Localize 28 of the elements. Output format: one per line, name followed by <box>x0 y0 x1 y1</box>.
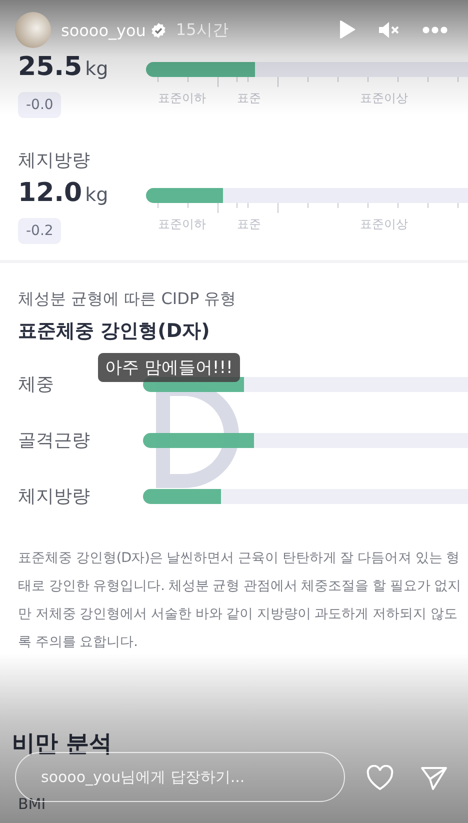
post-time: 15시간 <box>176 20 228 40</box>
heart-icon[interactable] <box>366 765 394 791</box>
metric-unit: kg <box>85 58 108 80</box>
metric-label: 체지방량 <box>18 149 91 172</box>
username[interactable]: soooo_you <box>61 20 146 40</box>
change-badge: -0.0 <box>18 92 62 118</box>
change-badge: -0.2 <box>18 218 62 244</box>
scale-label: 표준이상 <box>360 216 408 233</box>
scale-label: 표준 <box>237 90 261 107</box>
muted-speaker-icon[interactable] <box>378 20 400 40</box>
scale-label: 표준이하 <box>158 216 206 233</box>
row-label: 체지방량 <box>18 485 91 508</box>
metric-value: 25.5 <box>18 52 82 82</box>
section-caption: 체성분 균형에 따른 CIDP 유형 <box>18 289 238 310</box>
row-label: 골격근량 <box>18 429 91 452</box>
metric-unit: kg <box>85 184 108 206</box>
metric-value: 12.0 <box>18 178 82 208</box>
row-label: 체중 <box>18 373 55 396</box>
play-icon[interactable] <box>338 20 356 40</box>
type-title: 표준체중 강인형(D자) <box>18 319 211 344</box>
more-icon[interactable] <box>422 26 448 34</box>
scale-label: 표준이상 <box>360 90 408 107</box>
scale-label: 표준이하 <box>158 90 206 107</box>
description: 표준체중 강인형(D자)은 날씬하면서 근육이 탄탄하게 잘 다듬어져 있는 형태로 강인한 유형입니다. 체성분 균형 관점에서 체중조절을 할 필요가 없지만 저체중 강인형에서 서술한 바와 같이 지방량이 과도하게 저하되지 않도록 주의를 요합니다. <box>18 549 462 652</box>
scale-label: 표준 <box>237 216 261 233</box>
send-icon[interactable] <box>420 765 448 791</box>
text-sticker: 아주 맘에들어!!! <box>98 353 240 382</box>
avatar[interactable] <box>15 12 51 48</box>
